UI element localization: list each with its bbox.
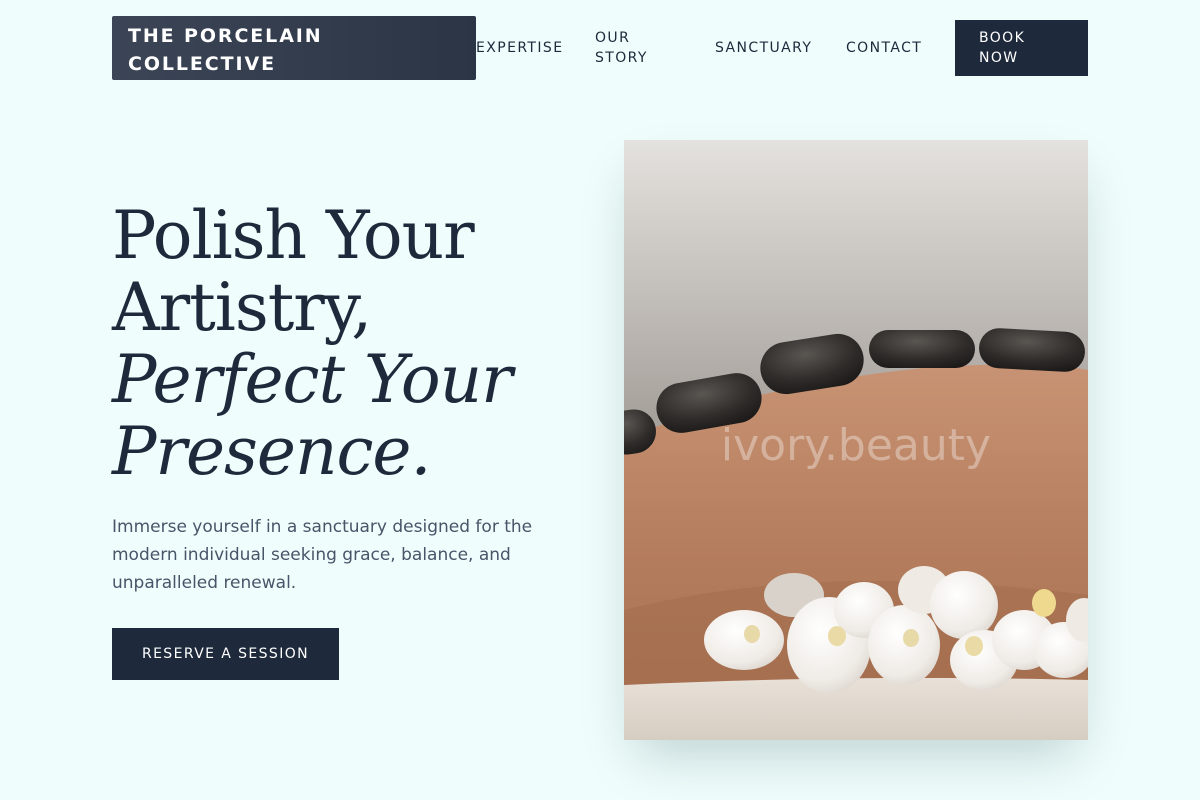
book-now-line-2: NOW — [979, 50, 1019, 66]
nav-link-contact[interactable]: CONTACT — [846, 38, 922, 58]
reserve-session-button[interactable]: RESERVE A SESSION — [112, 628, 339, 680]
hero-heading-line-4: Presence. — [112, 413, 431, 490]
logo-line-1: THE PORCELAIN — [128, 25, 323, 47]
hero-description: Immerse yourself in a sanctuary designed… — [112, 517, 533, 593]
nav-our-story-line-2: STORY — [595, 50, 648, 66]
nav-link-our-story[interactable]: OUR STORY — [595, 28, 665, 68]
hero-heading: Polish Your Artistry, Perfect Your Prese… — [112, 200, 582, 488]
hero-image: ivory.beauty — [624, 140, 1088, 740]
hero-heading-line-2: Artistry, — [112, 269, 372, 346]
logo-line-2: COLLECTIVE — [128, 53, 276, 75]
spa-illustration — [624, 140, 1088, 740]
hero-heading-line-3: Perfect Your — [112, 341, 513, 418]
book-now-line-1: BOOK — [979, 30, 1026, 46]
brand-logo[interactable]: THE PORCELAIN COLLECTIVE — [112, 16, 476, 80]
book-now-button[interactable]: BOOK NOW — [955, 20, 1088, 76]
nav-our-story-line-1: OUR — [595, 30, 631, 46]
nav-link-sanctuary[interactable]: SANCTUARY — [715, 38, 812, 58]
hero-heading-line-1: Polish Your — [112, 197, 475, 274]
nav-link-expertise[interactable]: EXPERTISE — [476, 38, 563, 58]
